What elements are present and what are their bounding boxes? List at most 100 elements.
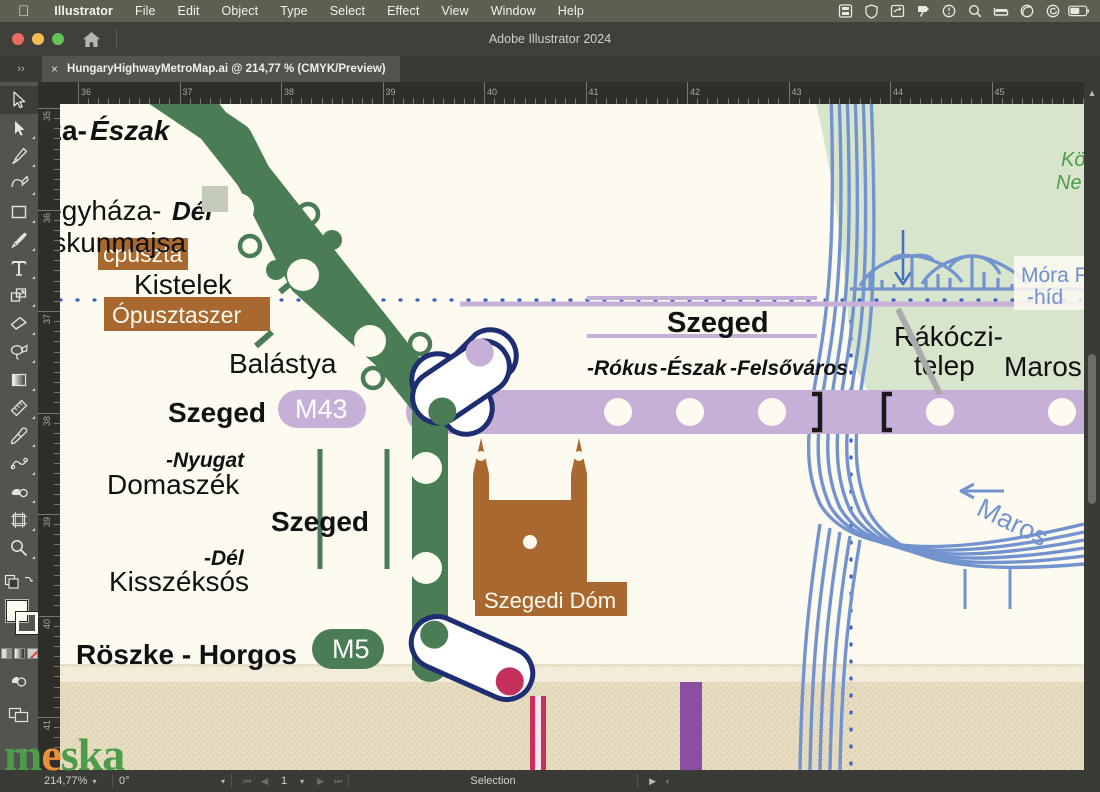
ruler-minor-tick [900, 98, 902, 104]
drawing-mode-button[interactable] [0, 667, 38, 695]
selection-tool[interactable] [0, 86, 38, 114]
eraser-tool[interactable] [0, 310, 38, 338]
ruler-minor-tick [108, 98, 110, 104]
blend-tool[interactable] [0, 450, 38, 478]
pen-tool[interactable] [0, 142, 38, 170]
prev-page-icon[interactable]: ◀ [256, 776, 273, 787]
screen-share-icon[interactable] [884, 0, 910, 22]
maximize-button[interactable] [52, 33, 64, 45]
artboard-canvas[interactable]: Maros cpuszta Ópusztaszer Szegedi Dóm a-… [60, 104, 1084, 770]
ruler-minor-tick [54, 686, 60, 688]
ruler-tick [38, 209, 60, 211]
none-mode-icon[interactable] [26, 648, 38, 659]
close-icon[interactable]: × [51, 62, 58, 76]
ruler-tick [382, 82, 384, 104]
last-page-icon[interactable]: ⏭ [329, 776, 347, 787]
moon-circle-icon[interactable] [1014, 0, 1040, 22]
menu-item-illustrator[interactable]: Illustrator [43, 4, 124, 18]
ruler-minor-tick [565, 98, 567, 104]
svg-text:Szeged: Szeged [667, 307, 769, 339]
ruler-label: 45 [994, 87, 1005, 97]
battery-icon[interactable] [1066, 0, 1092, 22]
lasso-tool[interactable] [0, 338, 38, 366]
chevron-down-icon[interactable]: ▾ [92, 777, 96, 786]
menu-item-edit[interactable]: Edit [167, 4, 211, 18]
status-overflow-button[interactable]: ▶ ‹ [638, 770, 680, 792]
page-navigation[interactable]: ⏮ ◀ 1 ▾ ▶ ⏭ [232, 770, 348, 792]
menu-item-help[interactable]: Help [547, 4, 595, 18]
bed-icon[interactable] [988, 0, 1014, 22]
ruler-minor-tick [54, 168, 60, 170]
current-tool-status[interactable]: Selection [349, 770, 637, 792]
rotation-control[interactable]: 0° ▾ [113, 770, 231, 792]
chevron-up-icon[interactable]: ▲ [1084, 82, 1100, 104]
ruler-minor-tick [54, 696, 60, 698]
resize-grip-icon[interactable]: ‹ [661, 776, 674, 786]
symbol-sprayer-tool[interactable] [0, 478, 38, 506]
first-page-icon[interactable]: ⏮ [238, 776, 256, 787]
close-button[interactable] [12, 33, 24, 45]
search-icon[interactable] [962, 0, 988, 22]
ruler-origin[interactable] [38, 82, 60, 104]
gradient-mode-icon[interactable] [13, 648, 25, 659]
printer-icon[interactable] [832, 0, 858, 22]
menu-item-object[interactable]: Object [211, 4, 270, 18]
ruler-minor-tick [402, 98, 404, 104]
more-tools-icon[interactable]: ••• [0, 743, 38, 758]
ruler-minor-tick [54, 229, 60, 231]
direct-selection-tool[interactable] [0, 114, 38, 142]
vertical-ruler[interactable]: 35 36 37 38 39 40 41 [38, 104, 60, 770]
eyedropper-tool[interactable] [0, 422, 38, 450]
menu-item-window[interactable]: Window [480, 4, 547, 18]
apple-logo-icon[interactable]:  [18, 4, 29, 19]
clock-history-icon[interactable] [936, 0, 962, 22]
home-icon[interactable] [80, 28, 102, 50]
ruler-minor-tick [1021, 98, 1023, 104]
fill-stroke-swatches[interactable] [0, 598, 39, 644]
artboard-tool[interactable] [0, 506, 38, 534]
menu-item-select[interactable]: Select [319, 4, 376, 18]
menu-item-effect[interactable]: Effect [376, 4, 430, 18]
svg-text:M43: M43 [295, 394, 348, 424]
shield-icon[interactable] [858, 0, 884, 22]
paintbrush-tool[interactable] [0, 226, 38, 254]
ruler-minor-tick [54, 270, 60, 272]
status-bar: 214,77% ▾ 0° ▾ ⏮ ◀ 1 ▾ ▶ ⏭ Selection ▶ ‹ [0, 770, 1100, 792]
shape-builder-tool[interactable] [0, 282, 38, 310]
ruler-label: 38 [42, 415, 52, 426]
horizontal-ruler[interactable]: 36 37 38 39 40 41 42 43 44 45 [60, 82, 1100, 104]
menu-item-type[interactable]: Type [269, 4, 319, 18]
minimize-button[interactable] [32, 33, 44, 45]
ruler-label: 38 [284, 87, 295, 97]
stroke-swatch[interactable] [15, 611, 39, 635]
ruler-minor-tick [707, 98, 709, 104]
next-page-icon[interactable]: ▶ [312, 776, 329, 787]
curvature-tool[interactable] [0, 170, 38, 198]
type-tool[interactable] [0, 254, 38, 282]
gradient-tool[interactable] [0, 366, 38, 394]
spiral-icon[interactable] [1040, 0, 1066, 22]
svg-text:Kisszéksós: Kisszéksós [109, 566, 249, 597]
chevron-down-icon[interactable]: ▾ [221, 777, 225, 786]
zoom-tool[interactable] [0, 534, 38, 562]
ruler-minor-tick [940, 98, 942, 104]
chevron-down-icon[interactable]: ▾ [300, 777, 304, 786]
menu-item-file[interactable]: File [124, 4, 167, 18]
panel-expand-icon[interactable]: ›› [2, 56, 40, 82]
color-mode-icon[interactable] [0, 648, 12, 659]
scrollbar-thumb[interactable] [1088, 354, 1096, 504]
dropbox-icon[interactable] [910, 0, 936, 22]
ruler-minor-tick [595, 98, 597, 104]
measure-tool[interactable] [0, 394, 38, 422]
page-number-value[interactable]: 1 [273, 775, 295, 787]
vertical-scrollbar[interactable] [1084, 104, 1100, 770]
ruler-minor-tick [392, 98, 394, 104]
edit-toolbar-button[interactable] [0, 568, 38, 596]
zoom-level-control[interactable]: 214,77% ▾ [38, 770, 112, 792]
screen-mode-button[interactable] [0, 701, 38, 729]
play-icon[interactable]: ▶ [644, 776, 661, 787]
menu-item-view[interactable]: View [430, 4, 479, 18]
rectangle-tool[interactable] [0, 198, 38, 226]
document-tab[interactable]: × HungaryHighwayMetroMap.ai @ 214,77 % (… [42, 56, 400, 82]
ruler-tick [38, 311, 60, 312]
